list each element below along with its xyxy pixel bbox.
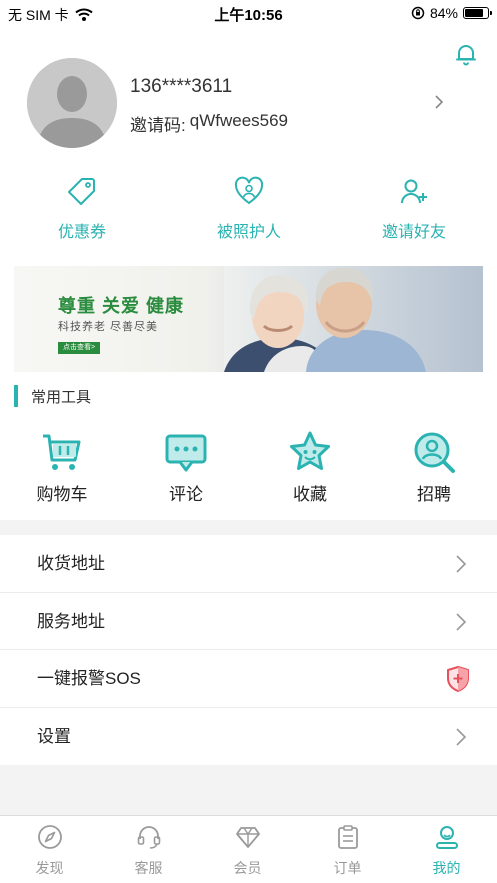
tool-favorites[interactable]: 收藏 [260, 430, 360, 505]
invite-code-row: 邀请码: qWfwees569 [130, 111, 288, 136]
banner-subtitle: 科技养老 尽善尽美 [58, 321, 159, 333]
coupon-button[interactable]: 优惠券 [12, 176, 152, 242]
banner-cta-button[interactable]: 点击查看> [58, 342, 101, 354]
comment-icon [165, 434, 207, 472]
care-recipient-button[interactable]: 被照护人 [179, 176, 319, 242]
tab-label: 我的 [432, 860, 461, 876]
section-accent-bar [14, 385, 18, 407]
bell-icon[interactable] [454, 42, 478, 66]
chevron-right-icon[interactable] [432, 92, 446, 112]
coupon-label: 优惠券 [57, 224, 106, 241]
rotation-lock-icon [411, 6, 425, 20]
default-avatar-icon [27, 58, 117, 148]
status-bar: 无 SIM 卡 上午10:56 84% [0, 0, 497, 26]
tool-recruit-label: 招聘 [417, 485, 451, 504]
avatar[interactable] [27, 58, 117, 148]
tool-comment-label: 评论 [169, 485, 203, 504]
care-heart-icon [234, 176, 264, 205]
user-phone: 136****3611 [130, 76, 233, 97]
menu-shipping-address[interactable]: 收货地址 [0, 535, 497, 593]
diamond-icon [235, 827, 260, 848]
tool-comment[interactable]: 评论 [136, 430, 236, 505]
shield-plus-icon [447, 666, 469, 692]
chevron-right-icon [456, 727, 467, 746]
tool-recruit[interactable]: 招聘 [384, 430, 484, 505]
recruit-icon [414, 432, 455, 473]
tab-mine[interactable]: 我的 [397, 824, 496, 878]
headset-icon [137, 826, 160, 849]
bottom-tab-bar: 发现 客服 会员 订单 我的 [0, 815, 497, 883]
battery-percent: 84% [429, 5, 458, 21]
user-icon [435, 826, 458, 849]
tools-header: 常用工具 [14, 384, 91, 408]
tab-membership[interactable]: 会员 [198, 824, 297, 878]
tab-orders[interactable]: 订单 [298, 824, 397, 878]
settings-menu: 收货地址 服务地址 一键报警SOS 设置 [0, 535, 497, 765]
tool-cart-label: 购物车 [36, 485, 88, 504]
tab-label: 订单 [333, 860, 362, 876]
elderly-couple-photo [224, 266, 483, 372]
menu-service-address[interactable]: 服务地址 [0, 593, 497, 650]
menu-label: 一键报警SOS [37, 669, 141, 688]
tool-cart[interactable]: 购物车 [12, 430, 112, 505]
promo-banner[interactable]: 尊重 关爱 健康 科技养老 尽善尽美 点击查看> [14, 266, 483, 372]
invite-friend-label: 邀请好友 [381, 224, 446, 241]
menu-label: 收货地址 [37, 554, 105, 573]
menu-settings[interactable]: 设置 [0, 708, 497, 766]
cart-icon [43, 434, 81, 470]
clipboard-icon [337, 825, 358, 849]
menu-label: 服务地址 [37, 611, 105, 631]
tool-favorites-label: 收藏 [293, 485, 327, 504]
invite-friend-button[interactable]: 邀请好友 [344, 176, 484, 242]
tab-label: 发现 [35, 860, 64, 876]
chevron-right-icon [456, 612, 467, 631]
menu-sos-alarm[interactable]: 一键报警SOS [0, 650, 497, 708]
compass-icon [37, 825, 62, 849]
profile-section: 136****3611 邀请码: qWfwees569 优惠券 被照护人 邀请好… [0, 26, 497, 520]
tab-label: 客服 [134, 860, 163, 876]
tab-customer-service[interactable]: 客服 [99, 824, 198, 878]
chevron-right-icon [456, 555, 467, 573]
tools-title: 常用工具 [31, 388, 92, 406]
add-friend-icon [401, 179, 427, 204]
invite-code-value: qWfwees569 [189, 111, 289, 130]
invite-code-label: 邀请码: [130, 116, 186, 135]
tab-label: 会员 [233, 860, 262, 876]
star-icon [290, 431, 330, 470]
coupon-tag-icon [68, 178, 95, 205]
battery-icon [463, 7, 492, 19]
quick-actions: 优惠券 被照护人 邀请好友 [0, 176, 497, 246]
menu-label: 设置 [37, 726, 71, 746]
care-recipient-label: 被照护人 [216, 224, 281, 241]
tab-discover[interactable]: 发现 [0, 824, 99, 878]
banner-title: 尊重 关爱 健康 [58, 296, 185, 316]
